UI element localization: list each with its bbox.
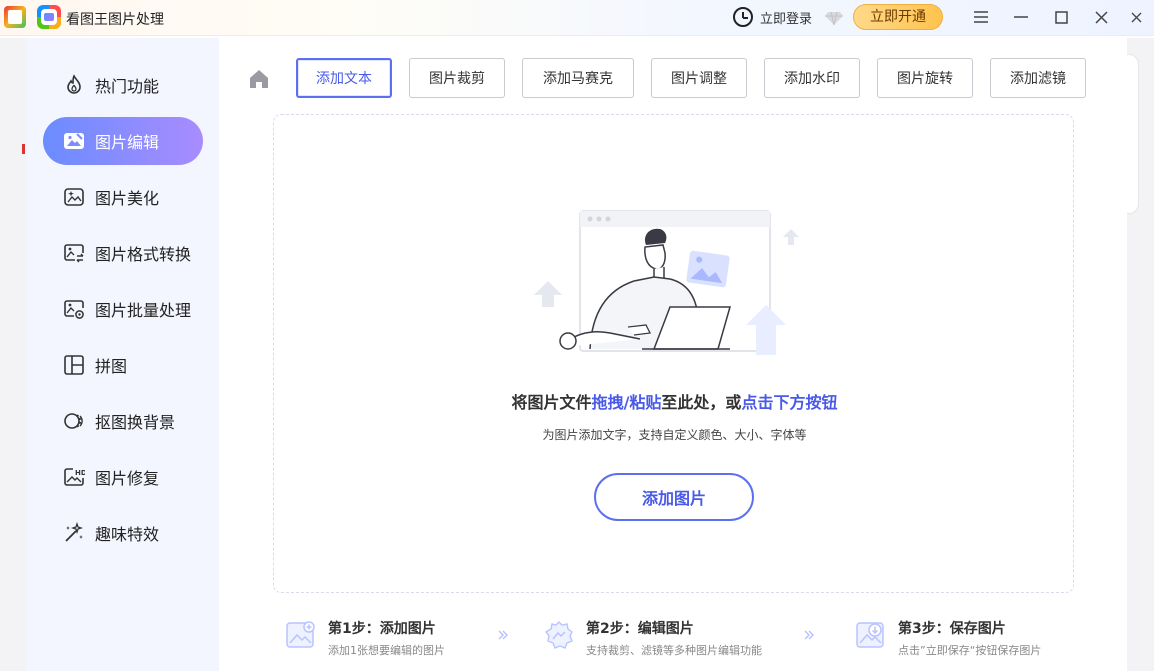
sidebar-item-label: 图片美化 — [95, 189, 160, 208]
sidebar-item-label: 抠图换背景 — [95, 413, 176, 432]
image-convert-icon — [62, 241, 86, 265]
main-panel: 添加文本 图片裁剪 添加马赛克 图片调整 添加水印 图片旋转 添加滤镜 将图片文… — [219, 38, 1127, 671]
sidebar-item-label: 图片批量处理 — [95, 301, 192, 320]
login-label: 立即登录 — [760, 11, 813, 27]
sidebar-item-repair[interactable]: HD 图片修复 — [43, 453, 203, 501]
vip-open-button[interactable]: 立即开通 — [853, 4, 943, 30]
cutout-icon — [62, 409, 86, 433]
minimize-icon[interactable] — [1009, 6, 1033, 28]
svg-text:HD: HD — [75, 469, 85, 477]
menu-icon[interactable] — [969, 6, 993, 28]
edit-image-step-icon — [544, 621, 573, 649]
magic-wand-icon — [62, 521, 86, 545]
sidebar-item-label: 图片修复 — [95, 469, 160, 488]
collage-icon — [62, 353, 86, 377]
tab-mosaic[interactable]: 添加马赛克 — [522, 58, 634, 98]
sidebar-item-label: 拼图 — [95, 357, 128, 376]
drop-title-text: 将图片文件 — [511, 393, 592, 412]
add-image-button[interactable]: 添加图片 — [594, 473, 754, 521]
step-desc: 支持裁剪、滤镜等多种图片编辑功能 — [586, 644, 762, 657]
steps-guide: 第1步：添加图片 添加1张想要编辑的图片 第2步：编辑图片 支持裁剪、滤镜等多种… — [285, 616, 1085, 666]
diamond-icon — [825, 11, 843, 26]
tab-filter[interactable]: 添加滤镜 — [990, 58, 1086, 98]
image-batch-icon — [62, 297, 86, 321]
background-close-icon — [1126, 6, 1146, 28]
step-title: 第1步：添加图片 — [328, 621, 436, 637]
login-button[interactable]: 立即登录 — [733, 7, 812, 27]
fire-icon — [62, 73, 86, 97]
background-mark — [22, 144, 25, 154]
background-app-icon — [4, 6, 26, 28]
maximize-icon[interactable] — [1049, 6, 1073, 28]
step-desc: 点击”立即保存“按钮保存图片 — [898, 644, 1042, 657]
drop-zone-title: 将图片文件拖拽/粘贴至此处，或点击下方按钮 — [274, 389, 1075, 413]
tab-watermark[interactable]: 添加水印 — [764, 58, 860, 98]
step-desc: 添加1张想要编辑的图片 — [328, 644, 445, 657]
clock-icon — [733, 7, 753, 27]
sidebar-item-format-convert[interactable]: 图片格式转换 — [43, 229, 203, 277]
hd-image-icon: HD — [62, 465, 86, 489]
title-bar: 看图王图片处理 立即登录 立即开通 — [0, 0, 1154, 36]
upload-illustration — [534, 210, 799, 355]
drop-title-highlight: 拖拽/粘贴 — [591, 393, 662, 412]
sidebar-item-label: 热门功能 — [95, 77, 160, 96]
sidebar-item-beautify[interactable]: 图片美化 — [43, 173, 203, 221]
drop-title-highlight: 点击下方按钮 — [741, 393, 838, 412]
sidebar-item-label: 趣味特效 — [95, 525, 160, 544]
sidebar-item-image-edit[interactable]: 图片编辑 — [43, 117, 203, 165]
sidebar-item-collage[interactable]: 拼图 — [43, 341, 203, 389]
tab-adjust[interactable]: 图片调整 — [651, 58, 747, 98]
chevron-right-icon — [496, 628, 510, 642]
background-window-left — [0, 38, 26, 671]
sidebar-item-hot[interactable]: 热门功能 — [43, 61, 203, 109]
sidebar-item-effects[interactable]: 趣味特效 — [43, 509, 203, 557]
step-title: 第3步：保存图片 — [898, 621, 1006, 637]
sidebar: 热门功能 图片编辑 图片美化 图片格式转换 图片批量处理 拼图 抠图换背景 HD… — [26, 38, 219, 671]
add-image-step-icon — [286, 621, 315, 648]
image-edit-icon — [62, 129, 86, 153]
drop-zone-subtitle: 为图片添加文字，支持自定义颜色、大小、字体等 — [542, 428, 807, 442]
sidebar-item-label: 图片编辑 — [95, 133, 160, 152]
drop-zone[interactable]: 将图片文件拖拽/粘贴至此处，或点击下方按钮 为图片添加文字，支持自定义颜色、大小… — [273, 114, 1074, 593]
save-image-step-icon — [856, 622, 884, 648]
chevron-right-icon — [802, 628, 816, 642]
sidebar-item-cutout[interactable]: 抠图换背景 — [43, 397, 203, 445]
tab-add-text[interactable]: 添加文本 — [296, 58, 392, 98]
drop-title-text: 至此处，或 — [661, 393, 742, 412]
sidebar-item-label: 图片格式转换 — [95, 245, 192, 264]
image-sparkle-icon — [62, 185, 86, 209]
tab-rotate[interactable]: 图片旋转 — [877, 58, 973, 98]
close-icon[interactable] — [1089, 6, 1113, 28]
background-card — [1127, 54, 1139, 214]
home-icon[interactable] — [248, 68, 270, 90]
step-title: 第2步：编辑图片 — [586, 621, 694, 637]
sidebar-item-batch[interactable]: 图片批量处理 — [43, 285, 203, 333]
tab-crop[interactable]: 图片裁剪 — [409, 58, 505, 98]
background-window-right — [1127, 38, 1154, 671]
app-logo-icon — [37, 5, 61, 29]
app-title: 看图王图片处理 — [66, 12, 164, 28]
